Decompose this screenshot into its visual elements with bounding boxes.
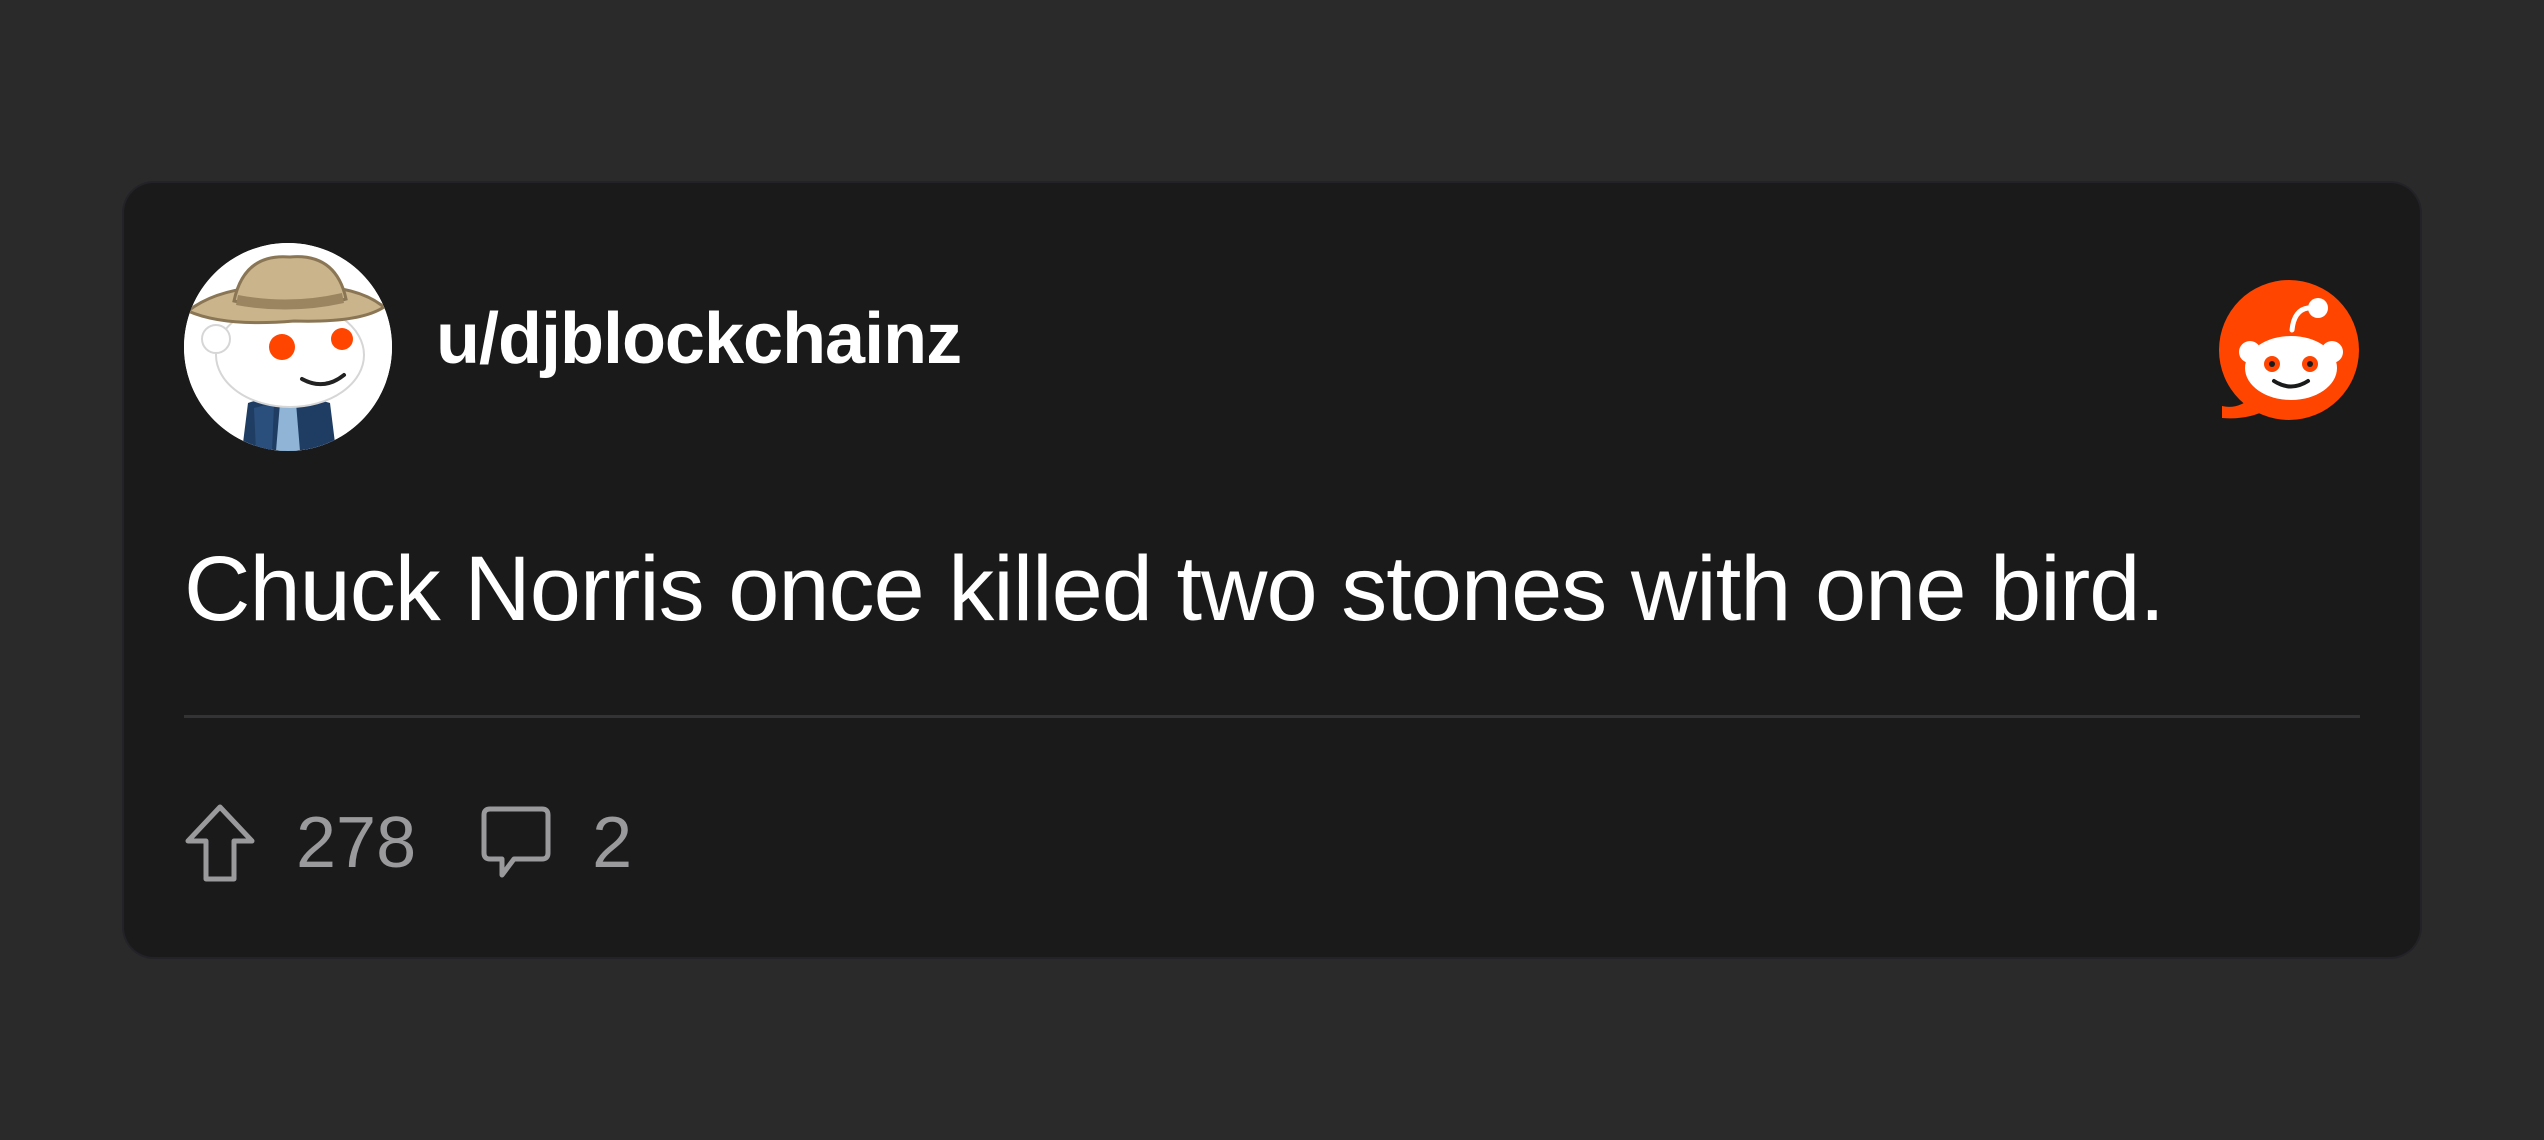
user-avatar[interactable] [184,243,392,451]
comments-button[interactable]: 2 [480,803,632,883]
comment-bubble-icon [480,803,552,883]
upvote-count: 278 [296,803,417,883]
upvote-arrow-icon [184,803,256,883]
reddit-logo-icon [2214,278,2364,428]
upvote-button[interactable]: 278 [184,803,416,883]
post-username[interactable]: u/djblockchainz [436,303,962,375]
divider [184,715,2360,718]
post-card: u/djblockchainz Chuck Norris once killed… [124,183,2420,957]
snoo-cowboy-avatar-icon [184,243,392,451]
post-body-text: Chuck Norris once killed two stones with… [184,538,2165,640]
post-actions: 278 2 [184,793,632,893]
comment-count: 2 [592,803,633,883]
